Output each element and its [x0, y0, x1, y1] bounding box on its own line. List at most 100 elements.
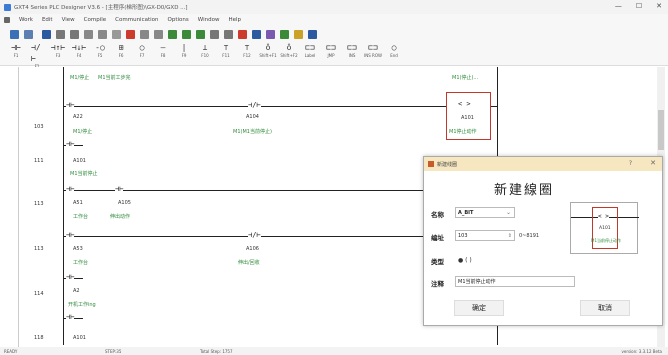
ladder-tool-caption: INS [348, 53, 356, 58]
ladder-tool-ins-row[interactable]: ⊏⊐ INS ROW [364, 42, 382, 58]
menu-item-communication[interactable]: Communication [115, 17, 158, 23]
undo-icon[interactable] [56, 29, 65, 39]
ladder-symbol-icon: | [181, 43, 187, 52]
window-icon[interactable] [308, 29, 317, 39]
ladder-tool-f12[interactable]: ⊤ F12 [241, 42, 253, 58]
menu-item-view[interactable]: View [62, 17, 75, 23]
ladder-tool-f2[interactable]: ⊣/⊢F2 [31, 42, 43, 69]
menu-item-help[interactable]: Help [228, 17, 241, 23]
no-contact[interactable]: ⊣⊢ [66, 102, 75, 109]
coil-comment: M1停止动作 [449, 129, 477, 135]
rung-number: 113 [34, 246, 44, 252]
contact-address: A106 [246, 246, 259, 252]
ladder-tool-f6[interactable]: ⊞ F6 [115, 42, 127, 58]
ladder-tool-f5[interactable]: -○ F5 [94, 42, 106, 58]
scrollbar-thumb[interactable] [658, 110, 664, 150]
ladder-tool-f1[interactable]: ⊣⊢ F1 [10, 42, 22, 58]
rung-number: 111 [34, 158, 44, 164]
no-contact[interactable]: ⊣⊢ [66, 186, 75, 193]
contact-comment: 伸出/回收 [238, 260, 260, 266]
menu-item-work[interactable]: Work [19, 17, 33, 23]
upload-icon[interactable] [196, 29, 205, 39]
ladder-symbol-icon: — [160, 43, 166, 52]
name-select[interactable]: A_BIT ⌄ [455, 207, 515, 218]
contact-address: A2 [73, 288, 80, 294]
rung-number: 103 [34, 124, 44, 130]
rung-number: 114 [34, 291, 44, 297]
standard-toolbar [0, 26, 668, 42]
ladder-tool-shift-f1[interactable]: ô Shift+F1 [259, 42, 276, 58]
paste-icon[interactable] [112, 29, 121, 39]
ladder-tool-caption: F12 [243, 53, 251, 58]
status-total: Total Step: 1757 [200, 348, 233, 354]
ladder-tool-f11[interactable]: ⊤ F11 [220, 42, 232, 58]
nc-contact[interactable]: ⊣/⊢ [248, 232, 261, 239]
preview-coil-highlight: < > A101 M1当前停止动作 [591, 207, 621, 249]
ladder-tool-ins[interactable]: ⊏⊐ INS [346, 42, 358, 58]
new-file-icon[interactable] [10, 29, 19, 39]
address-spinner[interactable]: 103 ⇕ [455, 230, 515, 241]
ladder-tool-f7[interactable]: ○ F7 [136, 42, 148, 58]
no-contact[interactable]: ⊣⊢ [66, 314, 75, 321]
ladder-tool-f4[interactable]: ⊣↓⊢ F4 [72, 42, 86, 58]
nc-contact[interactable]: ⊣/⊢ [248, 102, 261, 109]
help-button[interactable]: ? [629, 160, 632, 167]
delete-icon[interactable] [126, 29, 135, 39]
ladder-tool-caption: End [390, 53, 398, 58]
ladder-tool-shift-f2[interactable]: ô Shift+F2 [280, 42, 297, 58]
ladder-tool-caption: F5 [97, 53, 103, 58]
help-icon[interactable] [280, 29, 289, 39]
open-file-icon[interactable] [24, 29, 33, 39]
app-icon [4, 3, 11, 11]
comment-input[interactable]: M1当前停止动作 [455, 276, 575, 287]
ladder-tool-f9[interactable]: | F9 [178, 42, 190, 58]
about-icon[interactable] [294, 29, 303, 39]
dialog-app-icon [428, 161, 434, 167]
no-contact[interactable]: ⊣⊢ [66, 274, 75, 281]
no-contact[interactable]: ⊣⊢ [66, 232, 75, 239]
menu-item-options[interactable]: Options [168, 17, 189, 23]
contact-comment: M1(M1当前停止) [233, 129, 272, 135]
save-icon[interactable] [42, 29, 51, 39]
menu-item-edit[interactable]: Edit [42, 17, 53, 23]
stop-icon[interactable] [238, 29, 247, 39]
ladder-tool-f10[interactable]: ⊥ F10 [199, 42, 211, 58]
no-contact[interactable]: ⊣⊢ [115, 186, 124, 193]
status-version: version: 3.3.12 Beta [621, 348, 663, 354]
ladder-tool-f8[interactable]: — F8 [157, 42, 169, 58]
dialog-title: 新建线圈 [437, 161, 458, 168]
ladder-symbol-icon: ô [265, 43, 271, 52]
ok-button[interactable]: 确定 [454, 300, 504, 316]
no-contact[interactable]: ⊣⊢ [66, 141, 75, 148]
cancel-button[interactable]: 取消 [580, 300, 630, 316]
dialog-close-button[interactable]: ✕ [650, 159, 656, 167]
doc-icon [4, 17, 10, 23]
ladder-tool-f3[interactable]: ⊣↑⊢ F3 [51, 42, 65, 58]
spinner-arrows-icon[interactable]: ⇕ [508, 233, 512, 239]
find-icon[interactable] [140, 29, 149, 39]
redo-icon[interactable] [70, 29, 79, 39]
ladder-tool-end[interactable]: ○ End [388, 42, 400, 58]
compile-icon[interactable] [168, 29, 177, 39]
menu-item-window[interactable]: Window [198, 17, 220, 23]
copy-icon[interactable] [98, 29, 107, 39]
settings-icon[interactable] [266, 29, 275, 39]
selected-coil[interactable]: < > A101 M1停止动作 [446, 92, 491, 140]
run-icon[interactable] [224, 29, 233, 39]
menu-item-compile[interactable]: Compile [84, 17, 107, 23]
ladder-tool-label[interactable]: ⊏⊐ Label [304, 42, 316, 58]
address-label: 编址 [431, 234, 444, 242]
coil-type-radio[interactable]: ● ( ) [458, 257, 472, 264]
comment-label: M1/停止 [70, 75, 90, 81]
replace-icon[interactable] [154, 29, 163, 39]
ladder-tool-jmp[interactable]: ⊏⊐ JMP [325, 42, 337, 58]
ladder-symbol-icon: ○ [139, 43, 145, 52]
comm-icon[interactable] [252, 29, 261, 39]
download-icon[interactable] [182, 29, 191, 39]
close-button[interactable]: ✕ [656, 2, 662, 10]
cut-icon[interactable] [84, 29, 93, 39]
minimize-button[interactable]: — [615, 2, 622, 10]
maximize-button[interactable]: ☐ [636, 2, 642, 10]
monitor-icon[interactable] [210, 29, 219, 39]
ladder-tool-caption: F11 [222, 53, 230, 58]
